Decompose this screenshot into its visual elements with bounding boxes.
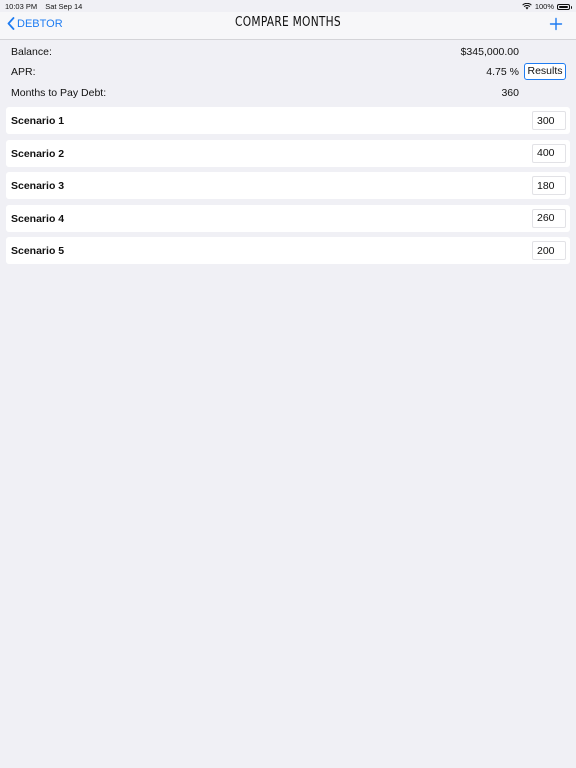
apr-label: APR:: [11, 66, 36, 78]
add-button[interactable]: [548, 15, 564, 33]
status-bar: 10:03 PM Sat Sep 14 100%: [0, 0, 576, 12]
balance-label: Balance:: [11, 46, 52, 58]
scenario-months-input[interactable]: [532, 241, 566, 260]
months-row: Months to Pay Debt: 360: [0, 83, 576, 103]
scenario-months-input[interactable]: [532, 111, 566, 130]
wifi-icon: [522, 3, 532, 10]
scenario-row-3: Scenario 3: [6, 172, 570, 199]
status-right: 100%: [522, 2, 572, 11]
scenario-label: Scenario 2: [11, 147, 65, 160]
months-value: 360: [501, 87, 519, 99]
balance-value: $345,000.00: [460, 46, 519, 58]
scenario-months-input[interactable]: [532, 143, 566, 163]
results-button[interactable]: Results: [524, 63, 566, 80]
plus-icon: [549, 17, 563, 31]
scenario-row-1: Scenario 1: [6, 107, 570, 134]
page-title: COMPARE MONTHS: [235, 15, 341, 30]
apr-value: 4.75 %: [486, 66, 519, 78]
scenario-list: Scenario 1 Scenario 2 Scenario 3 Scenari…: [6, 107, 570, 270]
scenario-months-input[interactable]: [532, 176, 566, 195]
battery-icon: [557, 3, 572, 10]
status-time: 10:03 PM: [5, 2, 38, 11]
scenario-label: Scenario 4: [11, 212, 65, 225]
scenario-label: Scenario 5: [11, 245, 65, 257]
apr-row: APR: 4.75 % Results: [0, 62, 576, 82]
scenario-months-input[interactable]: [532, 208, 566, 228]
scenario-row-5: Scenario 5: [6, 237, 570, 264]
nav-bar: DEBTOR COMPARE MONTHS: [0, 12, 576, 40]
chevron-left-icon: [7, 17, 15, 30]
scenario-row-4: Scenario 4: [6, 204, 570, 232]
months-label: Months to Pay Debt:: [11, 87, 107, 99]
scenario-label: Scenario 3: [11, 180, 65, 192]
balance-row: Balance: $345,000.00: [0, 42, 576, 62]
battery-percent: 100%: [534, 2, 554, 11]
status-left: 10:03 PM Sat Sep 14: [5, 2, 82, 11]
scenario-label: Scenario 1: [11, 115, 65, 127]
status-date: Sat Sep 14: [45, 2, 83, 11]
scenario-row-2: Scenario 2: [6, 139, 570, 167]
